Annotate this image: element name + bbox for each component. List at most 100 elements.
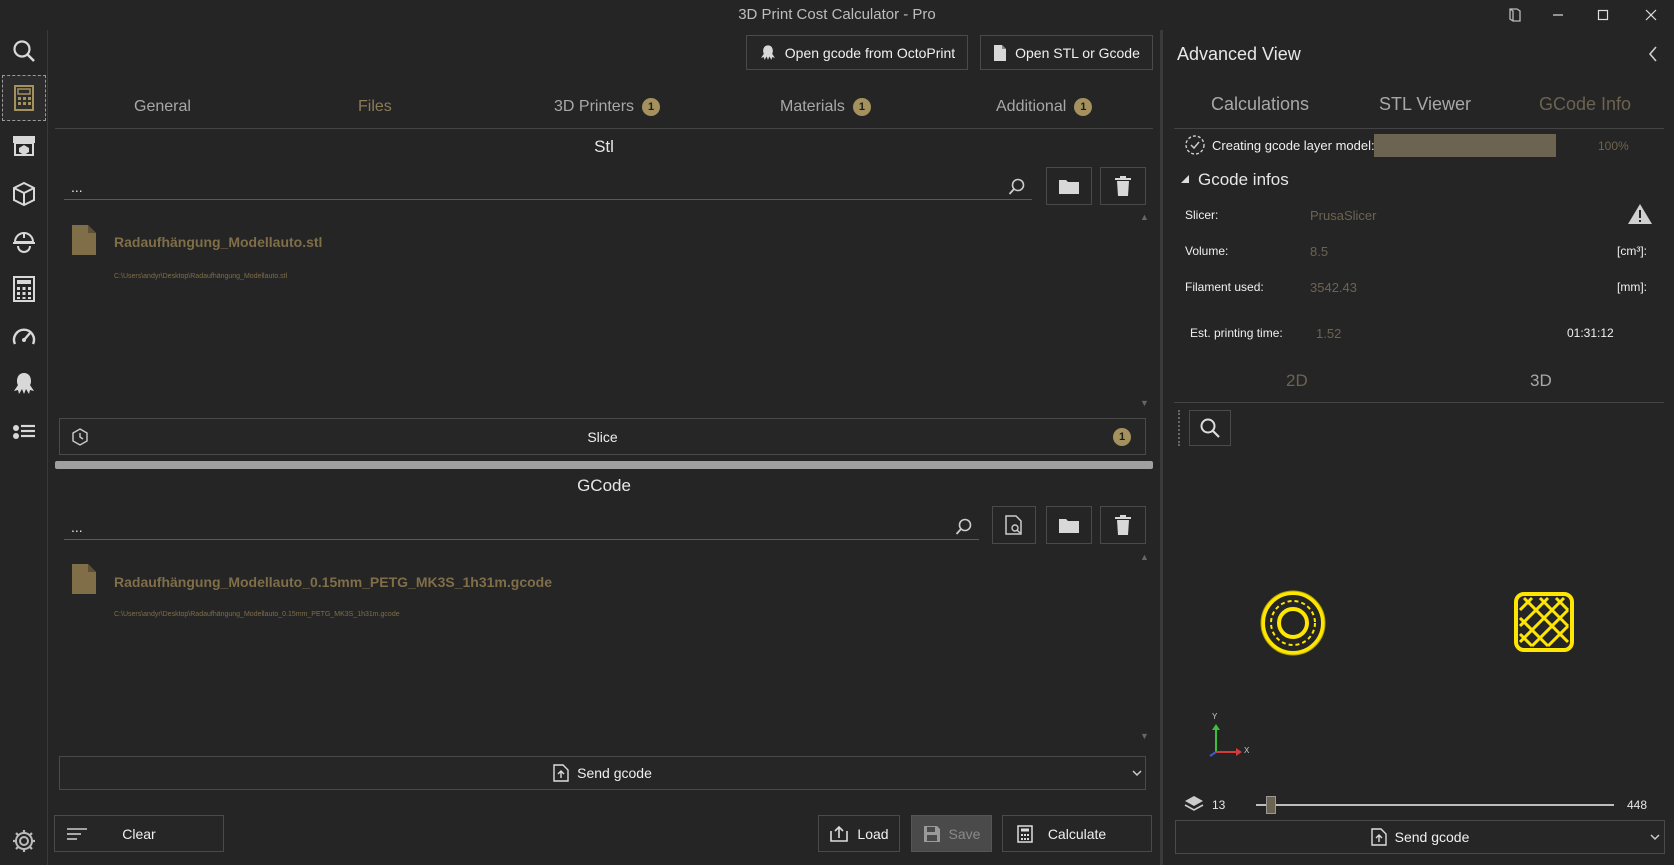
trash-icon [1115, 176, 1131, 196]
print-time-label: Est. printing time: [1190, 326, 1283, 340]
tab-stl-viewer[interactable]: STL Viewer [1379, 94, 1471, 115]
open-file-button[interactable]: Open STL or Gcode [980, 35, 1153, 70]
search-icon[interactable] [955, 518, 973, 536]
progress-percent: 100% [1598, 139, 1629, 153]
tab-general-label: General [134, 98, 191, 115]
open-octoprint-button[interactable]: Open gcode from OctoPrint [746, 35, 968, 70]
upload-file-icon [1370, 828, 1387, 846]
worker-helmet-icon[interactable] [0, 218, 48, 264]
window-title: 3D Print Cost Calculator - Pro [738, 6, 936, 23]
octoprint-icon[interactable] [0, 361, 48, 407]
toolbar-grip[interactable] [1178, 410, 1180, 446]
scroll-down-arrow[interactable]: ▼ [1140, 398, 1149, 408]
warning-icon[interactable] [1627, 203, 1653, 225]
slice-label: Slice [587, 428, 618, 445]
load-button[interactable]: Load [818, 815, 900, 852]
tab-additional[interactable]: Additional 1 [996, 96, 1093, 118]
gcode-preview-lattice [1514, 592, 1574, 652]
view-tab-divider [1174, 402, 1664, 403]
advanced-view-title: Advanced View [1177, 44, 1301, 64]
clear-button[interactable]: Clear [54, 815, 224, 852]
slicer-label: Slicer: [1185, 208, 1219, 222]
layer-current: 13 [1212, 798, 1226, 812]
gcode-delete-button[interactable] [1100, 506, 1146, 544]
expand-triangle-icon[interactable] [1180, 174, 1190, 184]
layer-slider-thumb[interactable] [1266, 796, 1277, 814]
tab-materials[interactable]: Materials 1 [780, 96, 871, 118]
floppy-icon [923, 825, 940, 842]
axis-y-label: Y [1212, 712, 1218, 721]
clear-icon [67, 828, 87, 840]
scroll-up-arrow[interactable]: ▲ [1140, 552, 1149, 562]
badge: 1 [1074, 98, 1093, 116]
tab-3d-printers[interactable]: 3D Printers 1 [554, 96, 661, 118]
stl-file-path: C:\Users\andyr\Desktop\Radaufhängung_Mod… [114, 273, 288, 280]
calculator-outline-icon[interactable] [0, 266, 48, 312]
book-icon[interactable] [1492, 0, 1538, 30]
close-button[interactable] [1628, 0, 1674, 30]
tab-gcode-info[interactable]: GCode Info [1539, 94, 1631, 115]
layer-slider-track[interactable] [1256, 804, 1614, 806]
search-icon[interactable] [1008, 178, 1026, 196]
scroll-up-arrow[interactable]: ▲ [1140, 212, 1149, 222]
panel-separator[interactable] [1160, 30, 1163, 865]
maximize-button[interactable] [1580, 0, 1626, 30]
right-send-gcode-label: Send gcode [1394, 829, 1470, 845]
stl-search-input[interactable]: ... [64, 170, 1032, 200]
file-search-icon [1005, 515, 1022, 535]
send-gcode-button[interactable]: Send gcode [59, 756, 1146, 790]
upload-icon [830, 825, 849, 842]
gcode-file-info-button[interactable] [992, 506, 1036, 544]
calculate-label: Calculate [1047, 825, 1107, 842]
gcode-infos-title: Gcode infos [1198, 170, 1289, 189]
tab-calculations[interactable]: Calculations [1211, 94, 1309, 115]
slice-icon [72, 428, 88, 446]
stl-open-folder-button[interactable] [1046, 167, 1092, 205]
splitter-handle[interactable] [55, 461, 1153, 469]
gcode-open-folder-button[interactable] [1046, 506, 1092, 544]
stl-section-title: Stl [594, 137, 614, 156]
open-octoprint-label: Open gcode from OctoPrint [784, 44, 956, 61]
scroll-down-arrow[interactable]: ▼ [1140, 731, 1149, 741]
view-tab-3d[interactable]: 3D [1530, 371, 1552, 391]
save-button[interactable]: Save [911, 815, 992, 852]
slice-button[interactable]: Slice 1 [59, 418, 1146, 455]
volume-label: Volume: [1185, 244, 1229, 258]
speedometer-icon[interactable] [0, 314, 48, 360]
volume-unit: [cm³]: [1617, 244, 1647, 258]
slice-badge: 1 [1113, 428, 1131, 446]
stl-file-name[interactable]: Radaufhängung_Modellauto.stl [114, 234, 322, 250]
tab-general[interactable]: General [134, 96, 191, 118]
zoom-button[interactable] [1189, 410, 1231, 446]
view-tab-2d[interactable]: 2D [1286, 371, 1308, 391]
chevron-down-icon [1650, 834, 1660, 841]
gcode-search-input[interactable]: ... [64, 510, 979, 540]
calculator-icon[interactable] [2, 75, 46, 121]
slicer-value: PrusaSlicer [1310, 208, 1377, 223]
gcode-section-title: GCode [577, 476, 631, 495]
right-tab-divider [1174, 128, 1664, 129]
settings-icon[interactable] [0, 818, 48, 864]
printer-icon[interactable] [0, 123, 48, 169]
filament-label: Filament used: [1185, 280, 1264, 294]
right-send-gcode-button[interactable]: Send gcode [1175, 820, 1665, 854]
gcode-file-name[interactable]: Radaufhängung_Modellauto_0.15mm_PETG_MK3… [114, 574, 552, 590]
cube-icon[interactable] [0, 171, 48, 217]
folder-icon [1059, 519, 1079, 533]
stl-delete-button[interactable] [1100, 167, 1146, 205]
progress-bar [1374, 134, 1556, 157]
calculator-icon [1017, 825, 1033, 843]
minimize-button[interactable] [1535, 0, 1581, 30]
calculate-button[interactable]: Calculate [1002, 815, 1152, 852]
gcode-preview-ring [1260, 590, 1326, 656]
search-icon[interactable] [0, 28, 48, 74]
badge: 1 [642, 98, 661, 116]
collapse-panel-icon[interactable] [1648, 46, 1658, 62]
list-icon[interactable] [0, 409, 48, 455]
clear-label: Clear [122, 825, 156, 842]
progress-fill [1374, 134, 1556, 157]
layers-icon [1184, 796, 1204, 811]
search-icon [1200, 418, 1220, 438]
tab-files[interactable]: Files [358, 96, 392, 118]
file-icon [994, 44, 1007, 61]
